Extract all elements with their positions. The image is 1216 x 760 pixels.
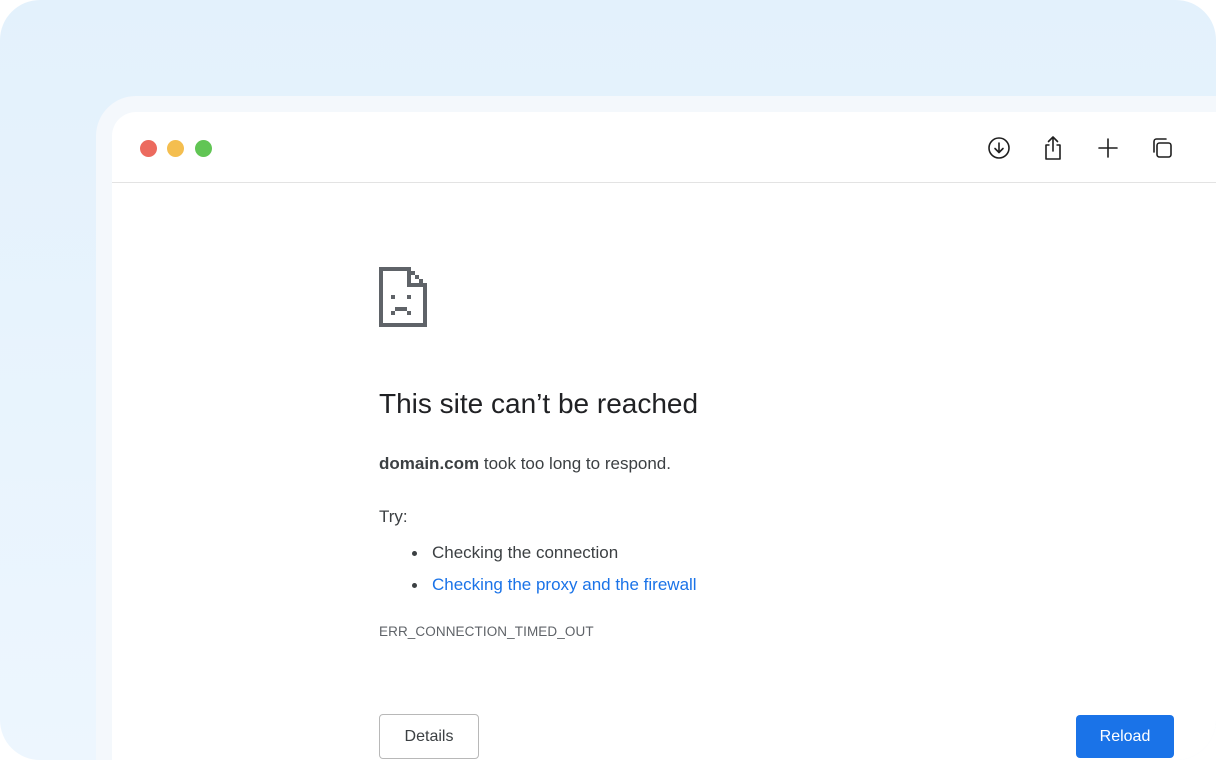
suggestion-check-connection: Checking the connection <box>432 543 619 562</box>
close-window-button[interactable] <box>140 140 157 157</box>
tabs-overview-icon[interactable] <box>1148 134 1176 162</box>
browser-window: This site can’t be reached domain.com to… <box>112 112 1216 760</box>
sad-page-icon <box>379 267 427 332</box>
error-message: took too long to respond. <box>479 454 671 473</box>
zoom-window-button[interactable] <box>195 140 212 157</box>
suggestion-item: Checking the connection <box>409 537 697 569</box>
background: This site can’t be reached domain.com to… <box>0 0 1216 760</box>
share-icon[interactable] <box>1039 134 1067 162</box>
title-bar <box>112 112 1216 183</box>
suggestion-list: Checking the connection Checking the pro… <box>409 537 697 601</box>
try-label: Try: <box>379 507 408 526</box>
download-icon[interactable] <box>985 134 1013 162</box>
suggestion-item: Checking the proxy and the firewall <box>409 569 697 601</box>
domain-name: domain.com <box>379 454 480 473</box>
new-tab-plus-icon[interactable] <box>1094 134 1122 162</box>
error-code: ERR_CONNECTION_TIMED_OUT <box>379 624 594 639</box>
error-description: domain.com took too long to respond. <box>379 454 671 474</box>
reload-button[interactable]: Reload <box>1076 715 1174 758</box>
suggestion-proxy-firewall-link[interactable]: Checking the proxy and the firewall <box>432 575 697 594</box>
details-button[interactable]: Details <box>379 714 479 759</box>
error-heading: This site can’t be reached <box>379 388 699 419</box>
minimize-window-button[interactable] <box>167 140 184 157</box>
